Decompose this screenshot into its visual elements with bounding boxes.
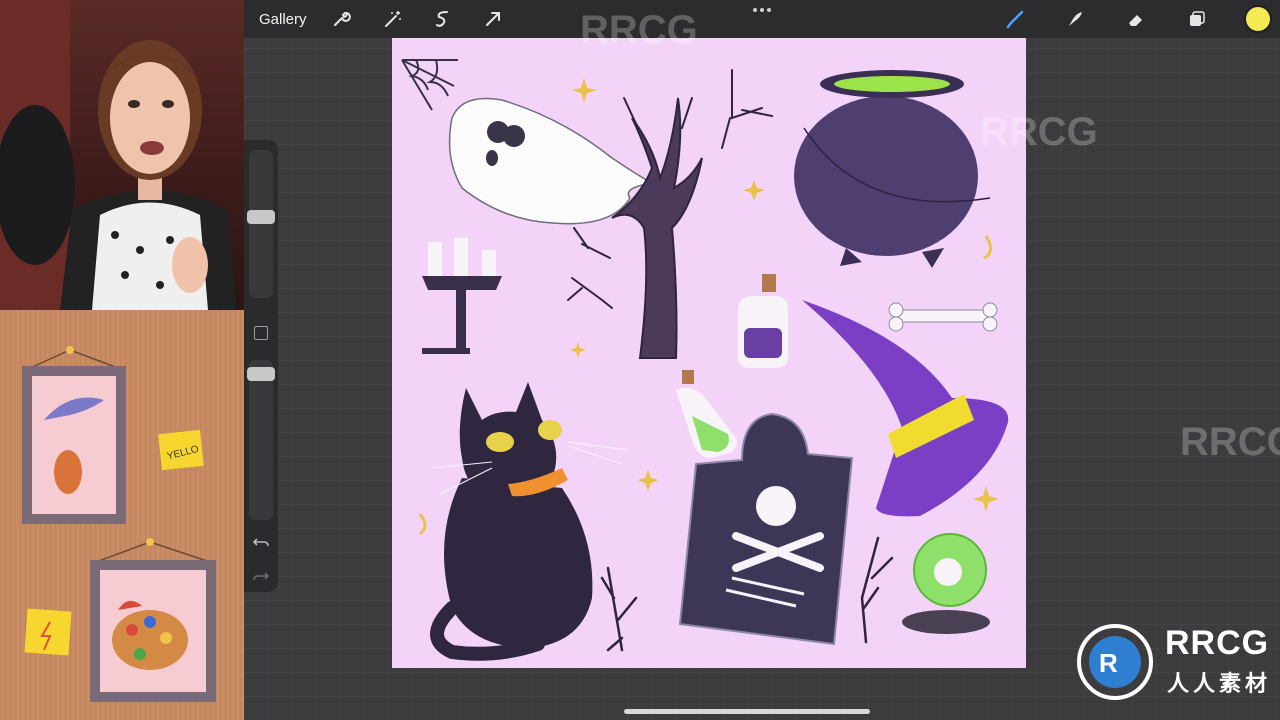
moon-decoration (983, 235, 992, 260)
room-backdrop: YELLO (0, 310, 244, 720)
cauldron-illustration (794, 70, 991, 268)
redo-icon[interactable] (251, 566, 271, 586)
watermark-text: RRCG (1180, 420, 1280, 464)
home-indicator[interactable] (624, 709, 870, 714)
brush-size-knob[interactable] (247, 210, 275, 225)
crystal-ball-illustration (902, 533, 990, 634)
smudge-icon[interactable] (1065, 9, 1085, 29)
opacity-slider[interactable] (249, 360, 273, 520)
webcam-feed (0, 0, 244, 310)
candelabra-illustration (422, 238, 502, 354)
drawing-canvas[interactable] (392, 38, 1026, 668)
bone-illustration (888, 302, 998, 332)
eraser-icon[interactable] (1126, 9, 1146, 29)
spider-web-illustration (401, 59, 458, 111)
potion-purple-illustration (738, 274, 788, 368)
magic-wand-icon[interactable] (383, 9, 403, 29)
transform-arrow-icon[interactable] (483, 9, 503, 29)
cat-illustration (430, 382, 629, 661)
brush-icon[interactable] (1005, 9, 1025, 29)
wrench-icon[interactable] (331, 9, 351, 29)
watermark-text: RRCG (580, 8, 698, 52)
watermark-text: RRCG (980, 110, 1098, 154)
selection-icon[interactable] (433, 9, 453, 29)
watermark-subtitle: 人人素材 (1167, 671, 1272, 696)
potion-green-illustration (676, 370, 737, 458)
gallery-button[interactable]: Gallery (259, 11, 307, 28)
opacity-knob[interactable] (247, 367, 275, 382)
more-options-icon[interactable] (751, 3, 773, 17)
watermark-logo: R RRCG 人人素材 (1075, 622, 1275, 702)
undo-icon[interactable] (251, 532, 271, 552)
svg-text:R: R (1099, 648, 1118, 678)
layers-icon[interactable] (1187, 9, 1207, 29)
ghost-illustration (448, 97, 655, 225)
color-picker-button[interactable] (1246, 7, 1270, 31)
moon-decoration-small (418, 513, 427, 536)
watermark-title: RRCG (1165, 624, 1270, 662)
modify-button[interactable] (254, 326, 268, 340)
